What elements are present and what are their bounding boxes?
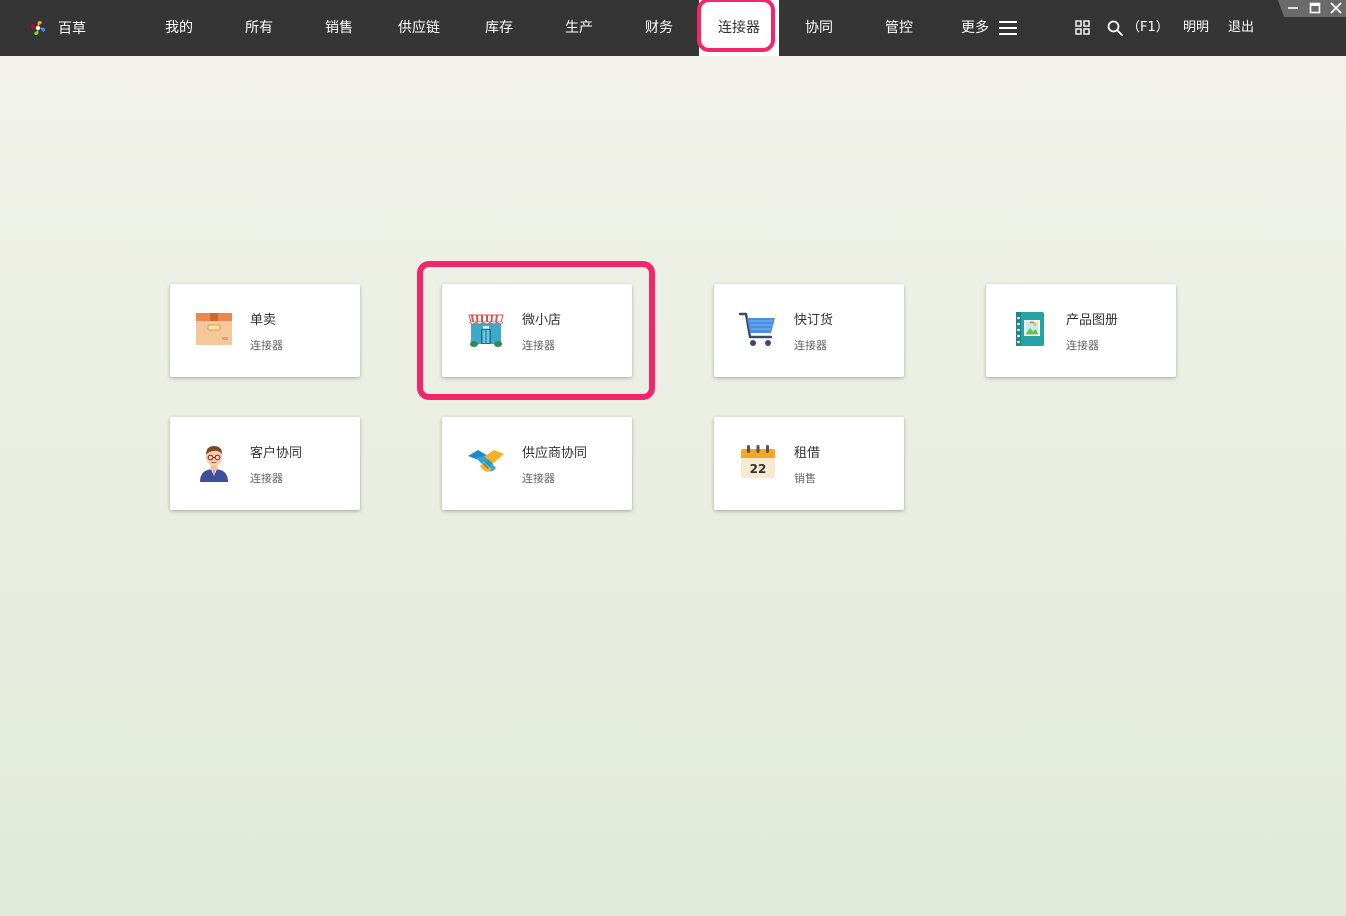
nav-item-collab[interactable]: 协同 [802,0,836,56]
card-title: 微小店 [522,313,562,328]
card-title: 供应商协同 [522,446,588,461]
app-card-gongyingshangxietong[interactable]: 供应商协同 连接器 [442,417,632,510]
nav-item-supply-chain[interactable]: 供应链 [395,0,443,56]
app-card-weixiaodian[interactable]: 微小店 连接器 [442,284,632,377]
calendar-day-text: 22 [750,462,767,476]
search-icon[interactable] [1107,20,1123,36]
nav-item-connector[interactable]: 连接器 [705,0,773,56]
card-title: 单卖 [250,313,277,328]
shopping-cart-icon [738,312,775,346]
card-subtitle: 连接器 [794,339,827,352]
nav-item-all[interactable]: 所有 [242,0,276,56]
hamburger-menu-icon[interactable] [999,20,1017,36]
logout-button[interactable]: 退出 [1228,0,1254,56]
nav-item-production[interactable]: 生产 [562,0,596,56]
nav-item-inventory[interactable]: 库存 [482,0,516,56]
search-shortcut-label[interactable]: （F1） [1127,0,1169,56]
maximize-icon[interactable] [1308,1,1322,15]
box-icon [196,313,232,345]
top-navigation-bar: 百草 我的 所有 销售 供应链 库存 生产 财务 连接器 协同 管控 更多 （F… [0,0,1346,56]
app-card-kuaidinghuo[interactable]: 快订货 连接器 [714,284,904,377]
nav-item-sales[interactable]: 销售 [322,0,356,56]
photo-album-icon [1016,312,1044,346]
brand[interactable]: 百草 [28,16,86,40]
calendar-icon: 22 [741,445,775,478]
nav-item-more[interactable]: 更多 [958,0,992,56]
card-subtitle: 连接器 [250,339,283,352]
card-title: 快订货 [794,313,834,328]
nav-item-mine[interactable]: 我的 [162,0,196,56]
app-card-chanpintuce[interactable]: 产品图册 连接器 [986,284,1176,377]
brand-name: 百草 [58,21,86,37]
user-name[interactable]: 明明 [1183,0,1209,56]
pinwheel-logo-icon [30,20,46,36]
card-subtitle: 连接器 [250,472,283,485]
card-title: 租借 [794,446,821,461]
card-subtitle: 连接器 [1066,339,1099,352]
close-icon[interactable] [1329,1,1343,15]
app-card-danmai[interactable]: 单卖 连接器 [170,284,360,377]
app-grid-icon[interactable] [1075,20,1090,35]
card-subtitle: 连接器 [522,472,555,485]
minimize-icon[interactable] [1286,1,1300,15]
app-card-kehuxietong[interactable]: 客户协同 连接器 [170,417,360,510]
nav-item-control[interactable]: 管控 [882,0,916,56]
storefront-icon [468,314,504,347]
card-subtitle: 销售 [794,472,816,485]
app-card-zujie[interactable]: 22 租借 销售 [714,417,904,510]
handshake-icon [468,450,504,472]
window-controls [1268,0,1346,17]
card-title: 产品图册 [1066,313,1119,328]
nav-item-finance[interactable]: 财务 [642,0,676,56]
card-title: 客户协同 [250,446,303,461]
card-subtitle: 连接器 [522,339,555,352]
customer-avatar-icon [200,446,228,482]
